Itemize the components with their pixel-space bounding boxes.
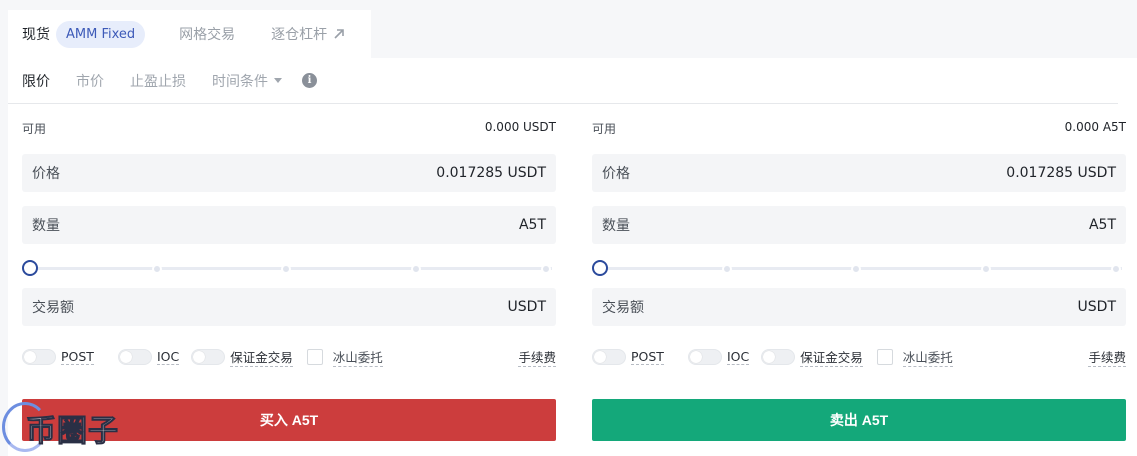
tab-grid-label: 网格交易 — [179, 27, 236, 43]
caret-down-icon — [274, 78, 282, 83]
top-tab-bar: 现货 AMM Fixed 网格交易 逐仓杠杆 — [8, 10, 1137, 58]
sell-button[interactable]: 卖出 A5T — [592, 399, 1126, 441]
order-type-tabs: 限价 市价 止盈止损 时间条件 i — [8, 58, 1118, 104]
buy-quantity-input[interactable]: 数量 A5T — [22, 206, 556, 244]
buy-available-value: 0.000 USDT — [484, 120, 556, 134]
sell-available-row: 可用 0.000 A5T — [592, 120, 1126, 137]
ioc-label: IOC — [156, 349, 180, 365]
ioc-toggle[interactable] — [117, 349, 152, 365]
buy-quantity-unit: A5T — [518, 217, 546, 233]
amm-fixed-badge[interactable]: AMM Fixed — [56, 20, 146, 48]
sell-options-row: POST IOC 保证金交易 冰山委托 手续费 — [592, 346, 1126, 368]
sell-price-label: 价格 — [602, 166, 630, 182]
tab-limit[interactable]: 限价 — [22, 71, 50, 91]
slider-mark-100[interactable] — [541, 264, 551, 274]
watermark-logo: 币圈子 — [0, 398, 160, 456]
tab-isolated-margin[interactable]: 逐仓杠杆 — [271, 24, 345, 44]
slider-mark-25[interactable] — [722, 264, 732, 274]
sell-quantity-input[interactable]: 数量 A5T — [592, 206, 1126, 244]
slider-handle[interactable] — [22, 260, 38, 276]
margin-trade-toggle[interactable] — [191, 349, 226, 365]
iceberg-label: 冰山委托 — [902, 347, 953, 367]
iceberg-label: 冰山委托 — [332, 347, 383, 367]
margin-trade-label: 保证金交易 — [800, 347, 863, 367]
slider-track — [600, 267, 1122, 270]
buy-quantity-label: 数量 — [32, 218, 60, 234]
slider-mark-50[interactable] — [281, 264, 291, 274]
tab-market[interactable]: 市价 — [76, 71, 104, 91]
slider-mark-75[interactable] — [411, 264, 421, 274]
sell-total-input[interactable]: 交易额 USDT — [592, 288, 1126, 326]
buy-price-label: 价格 — [32, 166, 60, 182]
ioc-toggle[interactable] — [687, 349, 722, 365]
info-icon[interactable]: i — [302, 73, 317, 88]
tab-tp-sl[interactable]: 止盈止损 — [130, 71, 186, 91]
sell-available-label: 可用 — [592, 122, 617, 136]
sell-price-value: 0.017285 USDT — [1006, 165, 1116, 181]
tab-grid-trading[interactable]: 网格交易 — [179, 24, 235, 44]
slider-mark-25[interactable] — [152, 264, 162, 274]
time-condition-label: 时间条件 — [212, 73, 268, 90]
buy-total-input[interactable]: 交易额 USDT — [22, 288, 556, 326]
tab-time-condition[interactable]: 时间条件 — [212, 71, 282, 91]
fee-link[interactable]: 手续费 — [518, 347, 556, 367]
post-toggle[interactable] — [22, 349, 56, 365]
buy-total-unit: USDT — [507, 299, 546, 315]
slider-mark-100[interactable] — [1111, 264, 1121, 274]
buy-options-row: POST IOC 保证金交易 冰山委托 手续费 — [22, 346, 556, 368]
slider-handle[interactable] — [592, 260, 608, 276]
buy-total-label: 交易额 — [32, 300, 74, 316]
sell-form: 可用 0.000 A5T 价格 0.017285 USDT 数量 A5T 交易额… — [592, 114, 1126, 456]
slider-mark-75[interactable] — [981, 264, 991, 274]
buy-available-label: 可用 — [22, 122, 47, 136]
iceberg-checkbox[interactable] — [306, 349, 323, 365]
post-label: POST — [631, 349, 664, 365]
watermark-text: 币圈子 — [26, 414, 119, 450]
sell-quantity-unit: A5T — [1088, 217, 1116, 233]
sell-total-label: 交易额 — [602, 300, 644, 316]
sell-price-input[interactable]: 价格 0.017285 USDT — [592, 154, 1126, 192]
slider-mark-50[interactable] — [851, 264, 861, 274]
sell-available-value: 0.000 A5T — [1064, 120, 1126, 134]
post-toggle[interactable] — [592, 349, 626, 365]
slider-track — [30, 267, 552, 270]
margin-trade-label: 保证金交易 — [230, 347, 293, 367]
fee-link[interactable]: 手续费 — [1088, 347, 1126, 367]
buy-price-input[interactable]: 价格 0.017285 USDT — [22, 154, 556, 192]
sell-quantity-label: 数量 — [602, 218, 630, 234]
tab-spot-label: 现货 — [22, 27, 50, 43]
buy-available-row: 可用 0.000 USDT — [22, 120, 556, 137]
external-arrow-icon — [334, 29, 344, 39]
tab-isolated-label: 逐仓杠杆 — [271, 27, 328, 43]
post-label: POST — [61, 349, 94, 365]
margin-trade-toggle[interactable] — [761, 349, 796, 365]
iceberg-checkbox[interactable] — [876, 349, 893, 365]
trade-panel: 现货 AMM Fixed 网格交易 逐仓杠杆 限价 市价 止盈止损 时间条件 i… — [8, 10, 1137, 456]
sell-total-unit: USDT — [1077, 299, 1116, 315]
tab-spot[interactable]: 现货 — [22, 24, 50, 44]
buy-price-value: 0.017285 USDT — [436, 165, 546, 181]
ioc-label: IOC — [726, 349, 750, 365]
